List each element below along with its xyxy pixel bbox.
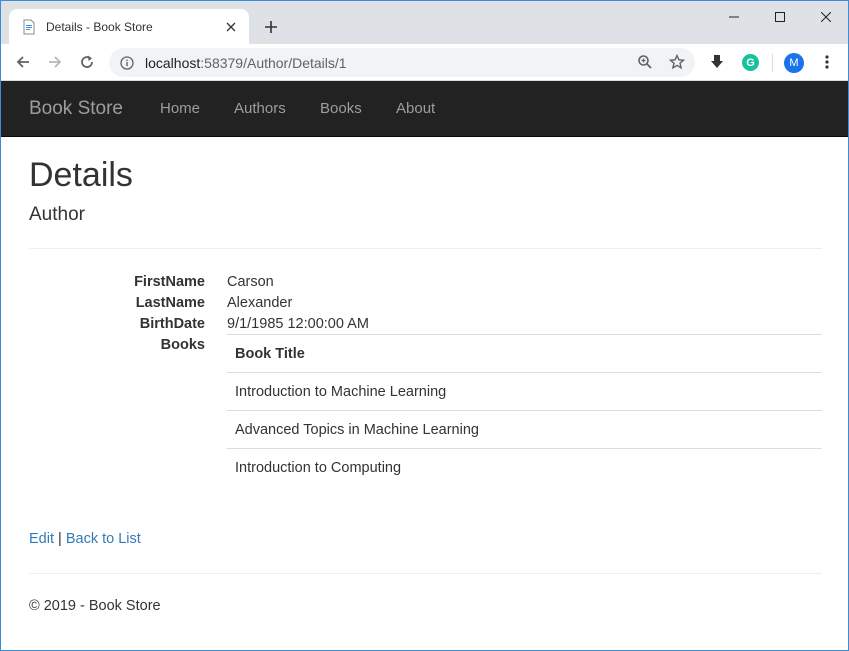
navbar-brand[interactable]: Book Store — [29, 98, 123, 120]
address-bar[interactable]: localhost:58379/Author/Details/1 — [109, 48, 695, 77]
edit-link[interactable]: Edit — [29, 531, 54, 547]
back-to-list-link[interactable]: Back to List — [66, 531, 141, 547]
tab-title: Details - Book Store — [46, 19, 153, 34]
zoom-icon[interactable] — [635, 52, 655, 72]
new-tab-button[interactable] — [259, 15, 283, 39]
page-favicon-icon — [21, 19, 37, 35]
firstname-value: Carson — [227, 274, 274, 290]
download-icon[interactable] — [705, 50, 729, 74]
site-navbar: Book Store Home Authors Books About — [1, 81, 848, 137]
url-text: localhost:58379/Author/Details/1 — [145, 54, 347, 71]
browser-tab[interactable]: Details - Book Store — [9, 9, 249, 44]
book-title-cell: Introduction to Machine Learning — [227, 372, 822, 411]
table-row: Introduction to Machine Learning — [227, 372, 822, 411]
books-label: Books — [160, 337, 205, 353]
tab-close-icon[interactable] — [223, 19, 239, 35]
minimize-button[interactable] — [711, 1, 757, 33]
lastname-label: LastName — [135, 295, 205, 311]
forward-arrow-icon[interactable] — [43, 50, 67, 74]
tab-strip: Details - Book Store — [1, 1, 848, 44]
bookmark-star-icon[interactable] — [667, 52, 687, 72]
page-title: Details — [29, 156, 133, 194]
grammarly-extension-icon[interactable]: G — [742, 54, 759, 71]
browser-window: Details - Book Store localhost:58379/Aut… — [0, 0, 849, 651]
reload-icon[interactable] — [75, 50, 99, 74]
nav-link-authors[interactable]: Authors — [234, 100, 286, 117]
nav-link-home[interactable]: Home — [160, 100, 200, 117]
footer-copyright: © 2019 - Book Store — [29, 598, 161, 614]
menu-kebab-icon[interactable] — [815, 50, 839, 74]
browser-toolbar: localhost:58379/Author/Details/1 G M — [1, 44, 848, 81]
birthdate-label: BirthDate — [139, 316, 205, 332]
nav-link-books[interactable]: Books — [320, 100, 362, 117]
maximize-button[interactable] — [757, 1, 803, 33]
birthdate-value: 9/1/1985 12:00:00 AM — [227, 316, 369, 332]
book-title-cell: Introduction to Computing — [227, 448, 822, 487]
nav-link-about[interactable]: About — [396, 100, 435, 117]
info-icon[interactable] — [119, 55, 135, 71]
table-row: Advanced Topics in Machine Learning — [227, 410, 822, 449]
profile-avatar[interactable]: M — [784, 53, 804, 73]
lastname-value: Alexander — [227, 295, 293, 311]
page-subtitle: Author — [29, 204, 85, 225]
footer-divider — [29, 573, 822, 574]
book-title-header: Book Title — [227, 334, 822, 373]
books-table: Book Title Introduction to Machine Learn… — [227, 334, 822, 487]
close-window-button[interactable] — [803, 1, 848, 33]
link-separator: | — [58, 531, 62, 547]
toolbar-separator — [772, 54, 773, 72]
action-links: Edit | Back to List — [29, 531, 141, 547]
table-header-row: Book Title — [227, 334, 822, 373]
book-title-cell: Advanced Topics in Machine Learning — [227, 410, 822, 449]
table-row: Introduction to Computing — [227, 448, 822, 487]
back-arrow-icon[interactable] — [11, 50, 35, 74]
firstname-label: FirstName — [134, 274, 205, 290]
divider — [29, 248, 822, 249]
